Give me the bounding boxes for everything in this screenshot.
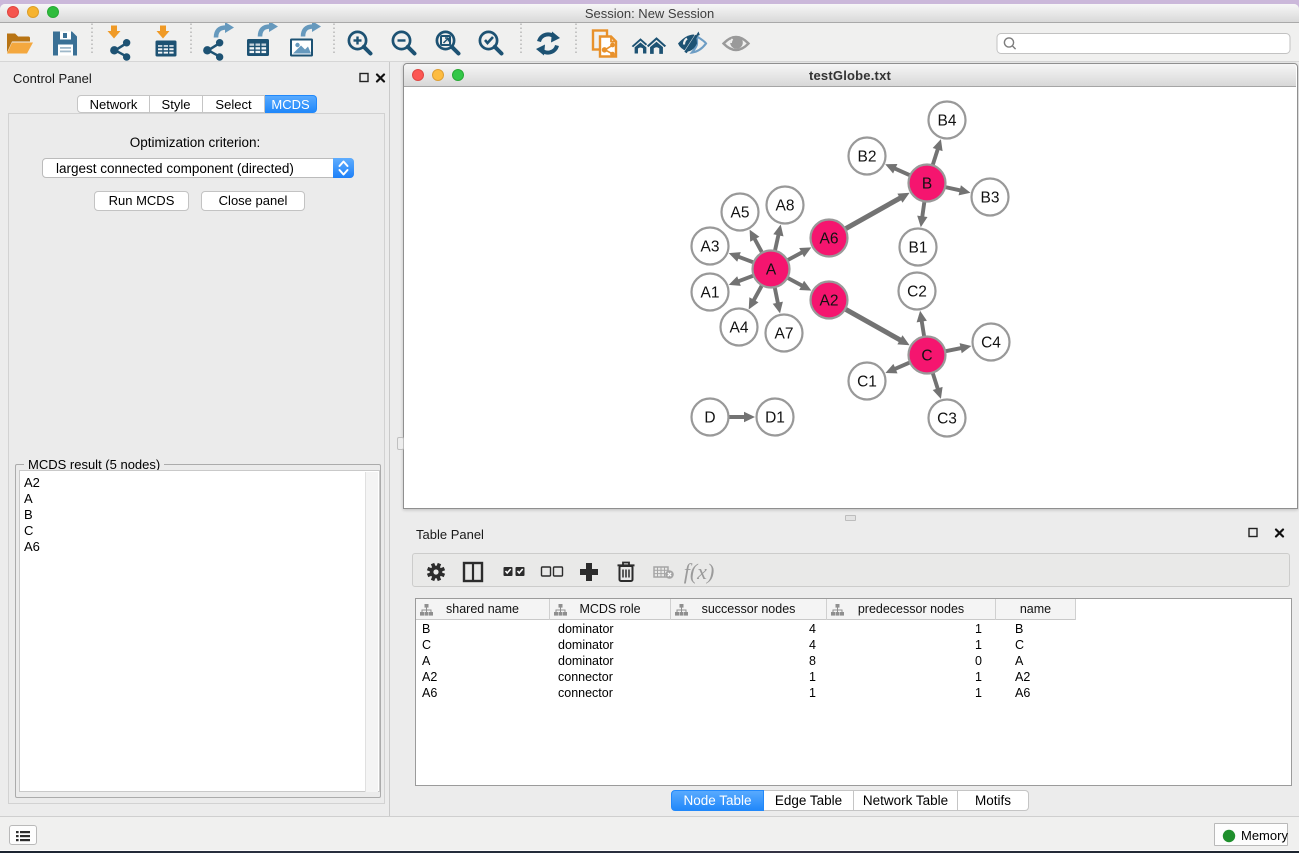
svg-text:A4: A4 [730, 320, 749, 337]
svg-text:C2: C2 [907, 284, 927, 301]
svg-text:A3: A3 [701, 239, 720, 256]
svg-text:B1: B1 [909, 240, 928, 257]
svg-text:A5: A5 [731, 205, 750, 222]
svg-text:C: C [921, 348, 932, 365]
svg-text:B4: B4 [938, 113, 957, 130]
svg-text:A2: A2 [820, 293, 839, 310]
svg-text:A7: A7 [775, 326, 794, 343]
svg-text:A: A [766, 262, 777, 279]
svg-text:B: B [922, 176, 932, 193]
svg-text:A1: A1 [701, 285, 720, 302]
svg-text:B2: B2 [858, 149, 877, 166]
svg-text:C1: C1 [857, 374, 877, 391]
svg-text:C4: C4 [981, 335, 1001, 352]
svg-text:C3: C3 [937, 411, 957, 428]
svg-text:A8: A8 [776, 198, 795, 215]
svg-text:A6: A6 [820, 231, 839, 248]
svg-text:f(x): f(x) [684, 559, 715, 584]
svg-text:B3: B3 [981, 190, 1000, 207]
svg-text:D: D [704, 410, 715, 427]
svg-text:D1: D1 [765, 410, 785, 427]
